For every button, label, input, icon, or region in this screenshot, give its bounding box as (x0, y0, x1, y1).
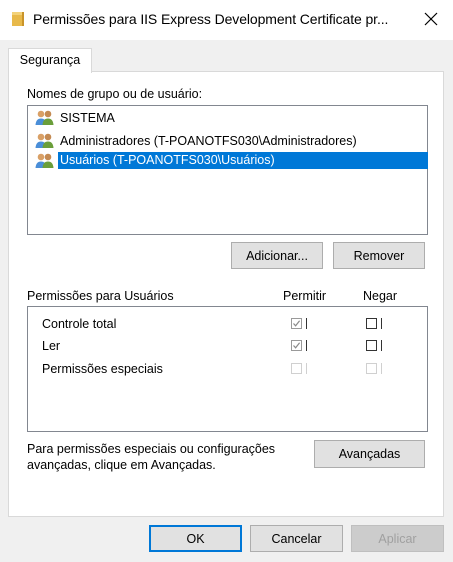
cancel-button[interactable]: Cancelar (250, 525, 343, 552)
user-name: SISTEMA (60, 111, 115, 125)
remove-button-label: Remover (353, 248, 405, 263)
list-item[interactable]: Usuários (T-POANOTFS030\Usuários) (31, 151, 428, 170)
deny-header: Negar (363, 289, 398, 303)
ok-button-label: OK (186, 531, 205, 546)
separator (381, 318, 382, 329)
folder-icon (12, 12, 24, 26)
window-title: Permissões para IIS Express Development … (33, 11, 389, 27)
separator (306, 318, 307, 329)
allow-header: Permitir (283, 289, 327, 303)
users-icon (35, 132, 55, 149)
deny-checkbox[interactable] (366, 318, 377, 329)
separator (306, 363, 307, 374)
users-icon (35, 109, 55, 126)
remove-button[interactable]: Remover (333, 242, 425, 269)
separator (381, 340, 382, 351)
separator (381, 363, 382, 374)
advanced-button-label: Avançadas (338, 447, 401, 461)
list-item[interactable]: SISTEMA (31, 108, 425, 127)
permission-name: Ler (42, 339, 61, 353)
user-name: Administradores (T-POANOTFS030\Administr… (60, 134, 357, 148)
close-icon (424, 12, 438, 26)
advanced-button[interactable]: Avançadas (314, 440, 425, 468)
allow-checkbox (291, 363, 302, 374)
allow-checkbox[interactable] (291, 340, 302, 351)
permission-name: Permissões especiais (42, 362, 163, 376)
title-bar: Permissões para IIS Express Development … (0, 0, 453, 40)
apply-button[interactable]: Aplicar (351, 525, 444, 552)
ok-button[interactable]: OK (149, 525, 242, 552)
advanced-hint-line2: avançadas, clique em Avançadas. (27, 458, 216, 472)
allow-checkbox[interactable] (291, 318, 302, 329)
list-item[interactable]: Administradores (T-POANOTFS030\Administr… (31, 131, 425, 150)
users-icon (35, 152, 55, 169)
tab-label: Segurança (19, 53, 81, 67)
close-button[interactable] (415, 5, 447, 33)
cancel-button-label: Cancelar (271, 531, 322, 546)
apply-button-label: Aplicar (378, 531, 417, 546)
permissions-label: Permissões para Usuários (27, 289, 174, 303)
separator (306, 340, 307, 351)
permissions-list: Controle total Ler Permissões especiais (27, 306, 428, 432)
permission-name: Controle total (42, 317, 117, 331)
advanced-hint-line1: Para permissões especiais ou configuraçõ… (27, 442, 276, 456)
users-label: Nomes de grupo ou de usuário: (27, 87, 203, 101)
deny-checkbox[interactable] (366, 340, 377, 351)
tab-seguranca[interactable]: Segurança (8, 48, 92, 73)
user-name: Usuários (T-POANOTFS030\Usuários) (58, 152, 428, 169)
add-button[interactable]: Adicionar... (231, 242, 323, 269)
users-listbox[interactable]: SISTEMA Administradores (T-POANOTFS030\A… (27, 105, 428, 235)
add-button-label: Adicionar... (246, 248, 308, 263)
deny-checkbox (366, 363, 377, 374)
